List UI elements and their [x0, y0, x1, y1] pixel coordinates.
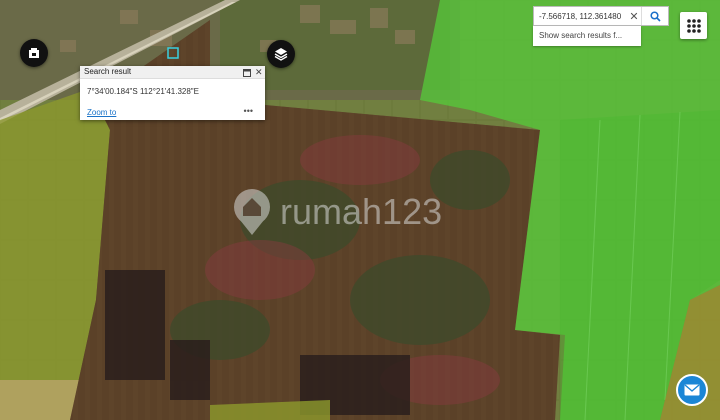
search-icon [649, 10, 661, 22]
contact-mail-button[interactable] [676, 374, 708, 406]
mail-icon [684, 384, 700, 396]
layers-button[interactable] [267, 40, 295, 68]
watermark-text: rumah123 [280, 191, 442, 232]
search-suggestion[interactable]: Show search results f... [533, 26, 641, 46]
satellite-map[interactable]: rumah123 [0, 0, 720, 420]
search-result-popup: Search result ✕ 7°34'00.184"S 112°21'41.… [80, 66, 265, 120]
search-button[interactable] [641, 7, 668, 25]
close-popup-icon[interactable]: ✕ [255, 66, 263, 78]
popup-title: Search result [84, 67, 132, 76]
close-icon[interactable]: ✕ [627, 10, 641, 23]
layers-icon [274, 48, 288, 61]
popup-coordinates: 7°34'00.184"S 112°21'41.328"E [87, 87, 199, 96]
apps-grid-button[interactable] [680, 12, 707, 39]
apps-grid-icon [686, 18, 701, 33]
search-input[interactable] [534, 11, 627, 21]
more-options-button[interactable]: ••• [244, 106, 253, 116]
popup-header: Search result ✕ [80, 66, 265, 79]
maximize-icon[interactable] [243, 68, 251, 80]
zoom-to-link[interactable]: Zoom to [87, 108, 116, 117]
search-bar: ✕ [533, 6, 669, 26]
basemap-icon [29, 48, 39, 58]
basemap-gallery-button[interactable] [20, 39, 48, 67]
